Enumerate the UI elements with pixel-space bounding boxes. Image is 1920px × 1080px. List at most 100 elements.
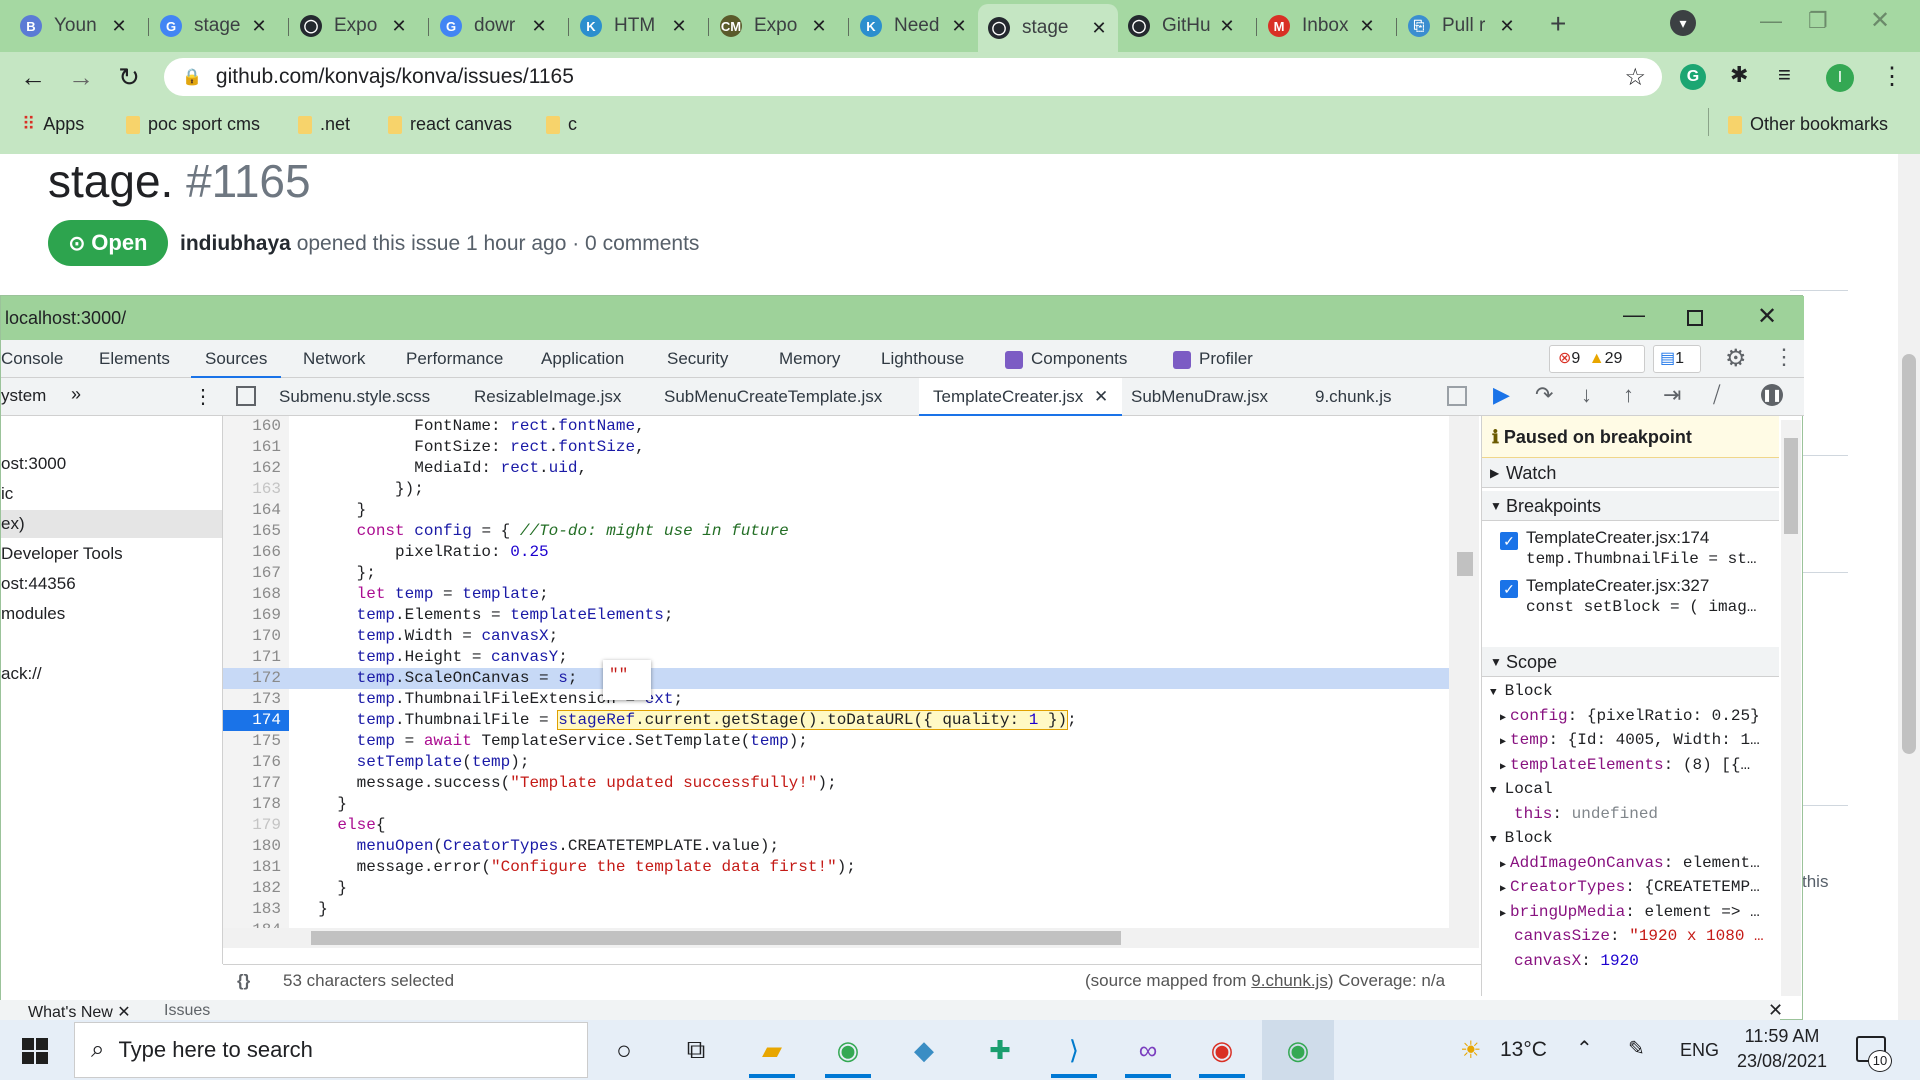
scope-variable[interactable]: this: undefined: [1514, 805, 1658, 823]
line-number[interactable]: 170: [223, 626, 281, 647]
page-scrollbar-thumb[interactable]: [1902, 354, 1916, 754]
more-tabs-chevron-icon[interactable]: »: [71, 384, 81, 405]
toggle-debugger-icon[interactable]: [1447, 386, 1467, 406]
scope-variable[interactable]: canvasSize: "1920 x 1080 …: [1514, 927, 1764, 945]
cortana-icon[interactable]: ○: [604, 1030, 644, 1070]
line-number[interactable]: 177: [223, 773, 281, 794]
reload-button[interactable]: ↻: [112, 62, 146, 93]
breakpoint-location[interactable]: TemplateCreater.jsx:174: [1526, 528, 1709, 548]
windows-start-icon[interactable]: [22, 1038, 48, 1064]
code-line[interactable]: 165 const config = { //To-do: might use …: [223, 521, 1449, 542]
navigator-item[interactable]: ex): [1, 510, 222, 538]
browser-tab[interactable]: ◯ GitHu ✕: [1118, 8, 1246, 44]
line-number[interactable]: 164: [223, 500, 281, 521]
tab-close-icon[interactable]: ✕: [1090, 18, 1108, 39]
tab-memory[interactable]: Memory: [779, 340, 840, 378]
code-line[interactable]: 176 setTemplate(temp);: [223, 752, 1449, 773]
breakpoint-location[interactable]: TemplateCreater.jsx:327: [1526, 576, 1709, 596]
source-map-link[interactable]: 9.chunk.js: [1251, 971, 1328, 990]
navigator-item[interactable]: ost:3000: [1, 450, 222, 478]
line-number[interactable]: 180: [223, 836, 281, 857]
app-icon-2[interactable]: ✚: [980, 1030, 1020, 1070]
navigator-menu-icon[interactable]: ⋮: [193, 384, 213, 409]
navigator-item[interactable]: ost:44356: [1, 570, 222, 598]
line-number[interactable]: 166: [223, 542, 281, 563]
devtools-menu-icon[interactable]: ⋮: [1773, 344, 1795, 370]
scope-section-header[interactable]: ▼ Scope: [1482, 647, 1779, 677]
drawer-close-icon[interactable]: ✕: [1768, 1000, 1783, 1021]
chrome-icon[interactable]: ◉: [1202, 1030, 1242, 1070]
forward-button[interactable]: →: [64, 62, 98, 93]
code-line[interactable]: 162 MediaId: rect.uid,: [223, 458, 1449, 479]
tab-performance[interactable]: Performance: [406, 340, 503, 378]
navigator-item[interactable]: [1, 630, 222, 658]
watch-section-header[interactable]: ▶ Watch: [1482, 458, 1779, 488]
code-line[interactable]: 182 }: [223, 878, 1449, 899]
restore-window-button[interactable]: ❐: [1808, 8, 1828, 34]
chrome-profile-icon[interactable]: ◉: [828, 1030, 868, 1070]
line-number[interactable]: 182: [223, 878, 281, 899]
code-line[interactable]: 179 else{: [223, 815, 1449, 836]
code-line[interactable]: 170 temp.Width = canvasX;: [223, 626, 1449, 647]
breakpoints-section-header[interactable]: ▼ Breakpoints: [1482, 491, 1779, 521]
line-number[interactable]: 179: [223, 815, 281, 836]
devtools-close-button[interactable]: ✕: [1757, 302, 1777, 331]
line-number[interactable]: 168: [223, 584, 281, 605]
bookmark-star-icon[interactable]: ☆: [1624, 63, 1646, 92]
scope-group-header[interactable]: ▼ Block: [1490, 829, 1553, 847]
navigator-item[interactable]: [1, 420, 222, 448]
tab-elements[interactable]: Elements: [99, 340, 170, 378]
weather-temp[interactable]: 13°C: [1500, 1038, 1547, 1062]
line-number[interactable]: 161: [223, 437, 281, 458]
step-into-icon[interactable]: ↓: [1581, 382, 1592, 408]
code-line[interactable]: 160 FontName: rect.fontName,: [223, 416, 1449, 437]
sidebar-scrollbar-thumb[interactable]: [1784, 438, 1798, 534]
tab-network[interactable]: Network: [303, 340, 365, 378]
code-line[interactable]: 167 };: [223, 563, 1449, 584]
line-number[interactable]: 160: [223, 416, 281, 437]
drawer-tab-issues[interactable]: Issues: [164, 1002, 210, 1020]
code-line[interactable]: 178 }: [223, 794, 1449, 815]
line-number[interactable]: 183: [223, 899, 281, 920]
tab-components[interactable]: Components: [1005, 340, 1127, 378]
line-number[interactable]: 171: [223, 647, 281, 668]
scope-variable[interactable]: ▶ config: {pixelRatio: 0.25}: [1500, 707, 1760, 725]
line-number[interactable]: 175: [223, 731, 281, 752]
tab-close-icon[interactable]: ✕: [670, 16, 688, 37]
chrome-active-icon[interactable]: ◉: [1278, 1030, 1318, 1070]
file-tab-resizable-image[interactable]: ResizableImage.jsx: [474, 378, 621, 416]
visual-studio-icon[interactable]: ∞: [1128, 1030, 1168, 1070]
devtools-maximize-button[interactable]: [1687, 310, 1703, 326]
bookmark-poc-sport-cms[interactable]: poc sport cms: [126, 114, 260, 135]
breakpoint-marker[interactable]: 174: [223, 710, 289, 731]
code-line[interactable]: 181 message.error("Configure the templat…: [223, 857, 1449, 878]
browser-tab[interactable]: Gdowr ✕: [430, 8, 558, 44]
address-bar[interactable]: 🔒 github.com/konvajs/konva/issues/1165 ☆: [164, 58, 1662, 96]
line-number[interactable]: 176: [223, 752, 281, 773]
scope-group-header[interactable]: ▼ Block: [1490, 682, 1553, 700]
tab-sources[interactable]: Sources: [191, 340, 282, 378]
code-editor[interactable]: 160 FontName: rect.fontName, 161 FontSize…: [223, 416, 1449, 948]
minimize-window-button[interactable]: —: [1760, 8, 1782, 34]
horizontal-scrollbar[interactable]: [223, 928, 1449, 948]
settings-gear-icon[interactable]: ⚙: [1725, 344, 1747, 373]
code-line[interactable]: 171 temp.Height = canvasY;: [223, 647, 1449, 668]
code-line[interactable]: 177 message.success("Template updated su…: [223, 773, 1449, 794]
horizontal-scrollbar-thumb[interactable]: [311, 931, 1121, 945]
clock[interactable]: 11:59 AM 23/08/2021: [1736, 1026, 1828, 1072]
step-over-icon[interactable]: ↷: [1535, 382, 1553, 408]
browser-tab[interactable]: B Youn ✕: [10, 8, 138, 44]
breakpoint-checkbox[interactable]: ✓: [1500, 580, 1518, 598]
line-number[interactable]: 169: [223, 605, 281, 626]
code-line[interactable]: 169 temp.Elements = templateElements;: [223, 605, 1449, 626]
toggle-navigator-icon[interactable]: [236, 386, 256, 406]
scope-variable[interactable]: ▶ AddImageOnCanvas: element…: [1500, 854, 1760, 872]
file-tab-chunk[interactable]: 9.chunk.js: [1315, 378, 1392, 416]
tab-close-icon[interactable]: ✕: [1358, 16, 1376, 37]
scope-group-header[interactable]: ▼ Local: [1490, 780, 1553, 798]
line-number[interactable]: 162: [223, 458, 281, 479]
scope-variable[interactable]: ▶ templateElements: (8) [{…: [1500, 756, 1750, 774]
tab-close-icon[interactable]: ✕: [250, 16, 268, 37]
tab-lighthouse[interactable]: Lighthouse: [881, 340, 964, 378]
navigator-item[interactable]: Developer Tools: [1, 540, 222, 568]
